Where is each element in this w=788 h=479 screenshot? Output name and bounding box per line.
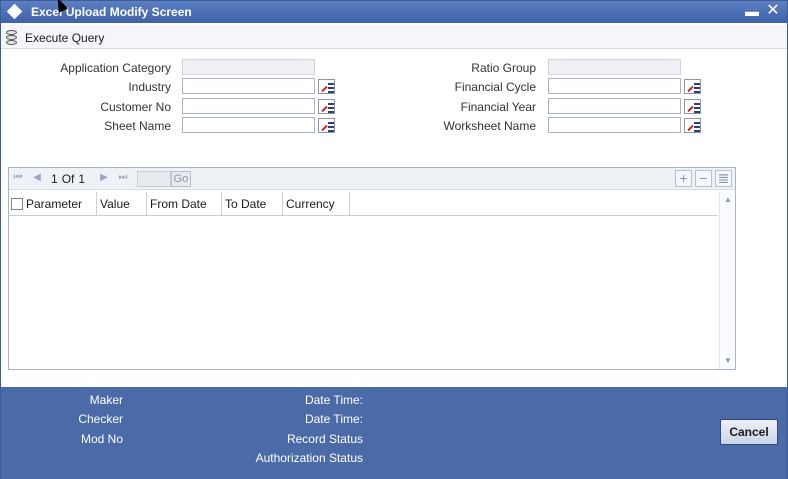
grid-toolbar: ⏮ ◀ 1 Of 1 ▶ ⏭ Go + − ≣ [9,168,735,190]
column-header-to-date[interactable]: To Date [222,192,283,216]
mod-no-label: Mod No [80,432,123,446]
grid-header: Parameter Value From Date To Date Curren… [9,192,718,216]
record-status-label: Record Status [286,432,363,446]
financial-year-label: Financial Year [460,100,536,114]
maker-date-time-label: Date Time: [304,393,363,407]
worksheet-name-field[interactable] [548,117,681,133]
financial-cycle-lov-icon[interactable] [684,79,701,94]
view-details-icon[interactable]: ≣ [715,170,732,187]
worksheet-name-label: Worksheet Name [443,119,536,133]
database-icon [5,29,19,46]
application-category-label: Application Category [60,61,171,75]
cancel-button[interactable]: Cancel [720,419,778,445]
total-pages: 1 [78,172,86,186]
sheet-name-lov-icon[interactable] [318,118,335,133]
minimize-button[interactable]: ▬ [743,2,761,20]
sheet-name-field[interactable] [182,117,315,133]
industry-lov-icon[interactable] [318,79,335,94]
delete-row-icon[interactable]: − [695,170,712,187]
close-button[interactable]: ✕ [764,2,782,20]
worksheet-name-lov-icon[interactable] [684,118,701,133]
sheet-name-label: Sheet Name [104,119,171,133]
diamond-icon [6,3,23,20]
select-all-checkbox[interactable] [11,198,23,210]
next-page-icon[interactable]: ▶ [98,172,110,184]
add-row-icon[interactable]: + [675,170,692,187]
excel-upload-window: Excel Upload Modify Screen ▬ ✕ Execute Q… [0,0,788,479]
column-header-currency[interactable]: Currency [283,192,350,216]
column-header-value[interactable]: Value [97,192,147,216]
ratio-group-label: Ratio Group [471,61,536,75]
industry-label: Industry [128,80,171,94]
last-page-icon[interactable]: ⏭ [117,172,129,184]
go-button[interactable]: Go [171,171,191,187]
first-page-icon[interactable]: ⏮ [12,172,24,184]
customer-no-lov-icon[interactable] [318,99,335,114]
checker-label: Checker [78,412,123,426]
grid-body [9,216,718,369]
goto-page-input[interactable] [137,171,171,187]
page-indicator: 1 Of 1 [51,172,89,186]
customer-no-field[interactable] [182,98,315,114]
toolbar: Execute Query [1,25,787,49]
data-grid: ⏮ ◀ 1 Of 1 ▶ ⏭ Go + − ≣ Parameter Value Fr… [8,167,736,370]
scroll-down-icon[interactable]: ▼ [723,356,733,366]
of-label: Of [61,172,75,186]
financial-year-field[interactable] [548,98,681,114]
scroll-up-icon[interactable]: ▲ [723,195,733,205]
grid-scrollbar[interactable]: ▲ ▼ [719,192,735,369]
ratio-group-field [548,59,681,75]
financial-cycle-field[interactable] [548,78,681,94]
title-bar[interactable]: Excel Upload Modify Screen ▬ ✕ [1,1,787,23]
industry-field[interactable] [182,78,315,94]
column-header-from-date[interactable]: From Date [147,192,222,216]
execute-query-label: Execute Query [25,30,105,45]
maker-label: Maker [89,393,123,407]
authorization-status-label: Authorization Status [255,451,363,465]
checker-date-time-label: Date Time: [304,412,363,426]
column-header-parameter[interactable]: Parameter [9,192,97,216]
previous-page-icon[interactable]: ◀ [31,172,43,184]
window-title: Excel Upload Modify Screen [31,5,192,19]
current-page: 1 [51,172,58,186]
financial-year-lov-icon[interactable] [684,99,701,114]
execute-query-button[interactable]: Execute Query [5,29,104,46]
customer-no-label: Customer No [100,100,171,114]
application-category-field [182,59,315,75]
financial-cycle-label: Financial Cycle [454,80,536,94]
